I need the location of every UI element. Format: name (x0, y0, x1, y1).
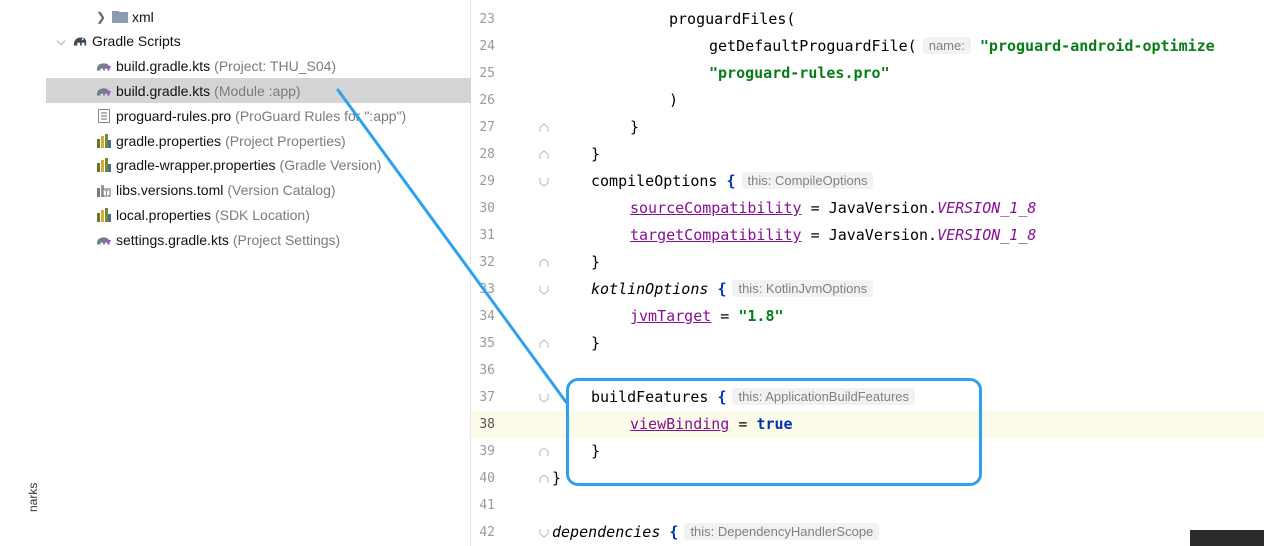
overlay-corner (1190, 530, 1264, 546)
annotation-arrow-line (336, 88, 568, 404)
